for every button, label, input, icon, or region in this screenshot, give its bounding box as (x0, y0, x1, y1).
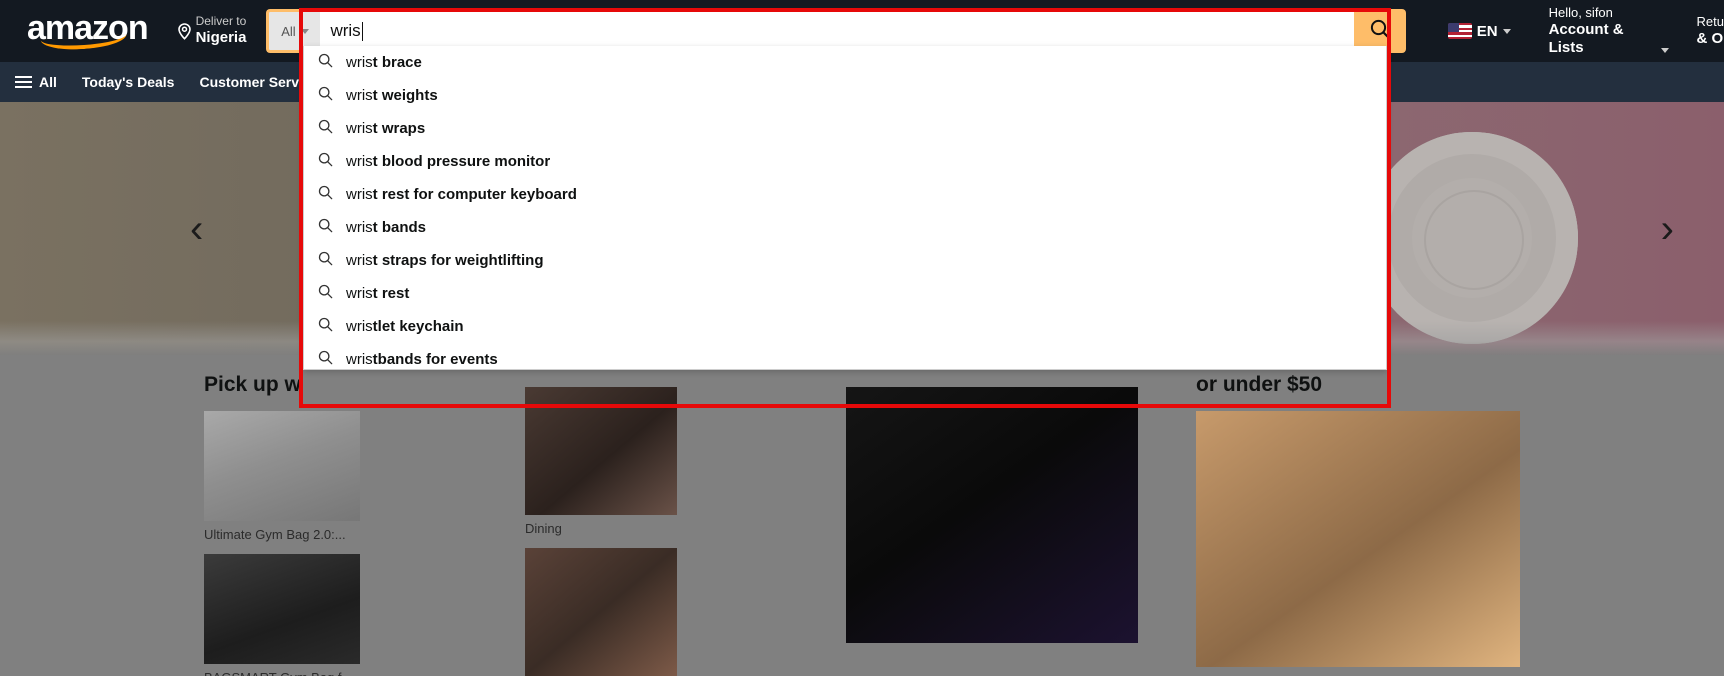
account-label: Account & Lists (1548, 20, 1624, 56)
search-icon (318, 119, 333, 138)
account-and-lists-button[interactable]: Hello, sifon Account & Lists (1541, 0, 1677, 63)
suggestion-prefix: wris (346, 351, 373, 368)
chevron-down-icon (1660, 47, 1669, 53)
deliver-to-button[interactable]: Deliver to Nigeria (169, 9, 255, 52)
search-icon (318, 86, 333, 105)
returns-label-top: Retu (1696, 14, 1724, 30)
suggestion-suffix: t rest for computer keyboard (372, 186, 577, 203)
suggestion-suffix: tbands for events (372, 351, 498, 368)
sidebar-menu-all-button[interactable]: All (5, 66, 67, 98)
text-cursor (361, 21, 364, 41)
product-tile[interactable]: BAGSMART Gym Bag f... (204, 554, 360, 676)
card-category-grid: Dining Home (507, 355, 806, 676)
suggestion-prefix: wris (346, 285, 373, 302)
chevron-down-icon (300, 28, 309, 34)
search-suggestion-item[interactable]: wrist bands (304, 211, 601, 244)
search-icon (318, 185, 333, 204)
language-selector[interactable]: EN (1440, 15, 1519, 48)
product-image (846, 387, 1138, 643)
product-caption: Ultimate Gym Bag 2.0:... (204, 527, 346, 542)
product-tile[interactable]: Ultimate Gym Bag 2.0:... (204, 411, 360, 542)
content-card-row: Pick up w Ultimate Gym Bag 2.0:... BAGSM… (0, 355, 1724, 676)
account-greeting: Hello, sifon (1548, 5, 1613, 21)
suggestion-prefix: wris (346, 153, 373, 170)
suggestion-suffix: t rest (372, 285, 410, 302)
suggestion-prefix: wris (346, 120, 373, 137)
search-suggestion-item[interactable]: wristlet keychain (304, 310, 601, 343)
search-suggestion-item[interactable]: wristbands for events (304, 343, 601, 369)
hamburger-icon (15, 76, 32, 88)
search-icon (318, 350, 333, 369)
all-menu-label: All (39, 74, 57, 90)
category-image (525, 387, 677, 515)
carousel-prev-button[interactable]: ‹ (190, 209, 203, 249)
search-suggestion-item[interactable]: wrist weights (304, 79, 601, 112)
hero-product-plate (1366, 132, 1578, 344)
category-tile[interactable]: Home (525, 548, 677, 676)
search-suggestion-item[interactable]: wrist brace (304, 46, 601, 79)
suggestion-suffix: t blood pressure monitor (372, 153, 551, 170)
search-icon (318, 218, 333, 237)
search-icon (318, 251, 333, 270)
deliver-to-label: Deliver to (195, 14, 247, 29)
returns-label-bottom: & O (1696, 29, 1724, 47)
card-title: Pick up w (204, 373, 301, 396)
amazon-logo[interactable]: amazon (16, 6, 159, 56)
returns-and-orders-button[interactable]: Retu & O (1697, 8, 1724, 54)
suggestion-prefix: wris (346, 318, 373, 335)
suggestion-suffix: t weights (372, 87, 438, 104)
carousel-next-button[interactable]: › (1661, 209, 1674, 249)
product-caption: BAGSMART Gym Bag f... (204, 670, 360, 676)
suggestion-suffix: t brace (372, 54, 422, 71)
product-tile[interactable] (846, 387, 1138, 649)
suggestion-prefix: wris (346, 252, 373, 269)
card-title: or under $50 (1196, 373, 1323, 396)
chevron-down-icon (1502, 28, 1511, 34)
search-suggestion-item[interactable]: wrist straps for weightlifting (304, 244, 601, 277)
language-code: EN (1476, 22, 1498, 40)
search-icon (318, 317, 333, 336)
search-suggestion-item[interactable]: wrist rest (304, 277, 601, 310)
deliver-to-country: Nigeria (195, 29, 247, 47)
location-pin-icon (177, 22, 192, 45)
us-flag-icon (1447, 23, 1472, 39)
suggestion-suffix: t bands (372, 219, 427, 236)
category-caption: Dining (525, 521, 562, 536)
category-image (525, 548, 677, 676)
suggestion-prefix: wris (346, 87, 373, 104)
search-icon (318, 152, 333, 171)
search-category-label: All (281, 23, 296, 39)
subnav-item-label: Customer Servic (199, 74, 311, 90)
subnav-item-todays-deals[interactable]: Today's Deals (72, 66, 185, 98)
search-input-value: wris (330, 21, 361, 40)
suggestion-prefix: wris (346, 186, 373, 203)
search-icon (1368, 17, 1392, 46)
search-suggestion-item[interactable]: wrist blood pressure monitor (304, 145, 601, 178)
subnav-item-customer-service[interactable]: Customer Servic (189, 66, 320, 98)
category-tile[interactable]: Dining (525, 387, 677, 536)
product-image (204, 554, 360, 664)
card-pc-feature (828, 355, 1156, 676)
suggestion-prefix: wris (346, 54, 373, 71)
suggestion-suffix: tlet keychain (372, 318, 464, 335)
search-icon (318, 53, 333, 72)
search-suggestion-item[interactable]: wrist wraps (304, 112, 601, 145)
card-pick-up-where-you-left-off: Pick up w Ultimate Gym Bag 2.0:... BAGSM… (186, 355, 485, 676)
search-suggestions-list: wrist brace wrist weights wrist wraps wr… (304, 46, 601, 369)
search-suggestion-item[interactable]: wrist rest for computer keyboard (304, 178, 601, 211)
search-icon (318, 284, 333, 303)
suggestion-prefix: wris (346, 219, 373, 236)
product-tile[interactable] (1196, 411, 1520, 673)
suggestion-suffix: t wraps (372, 120, 426, 137)
product-image (1196, 411, 1520, 667)
subnav-item-label: Today's Deals (81, 74, 175, 90)
product-image (204, 411, 360, 521)
suggestion-suffix: t straps for weightlifting (372, 252, 544, 269)
card-gifts-under-50: or under $50 (1178, 355, 1538, 676)
search-suggestions-dropdown: wrist brace wrist weights wrist wraps wr… (303, 46, 1387, 370)
